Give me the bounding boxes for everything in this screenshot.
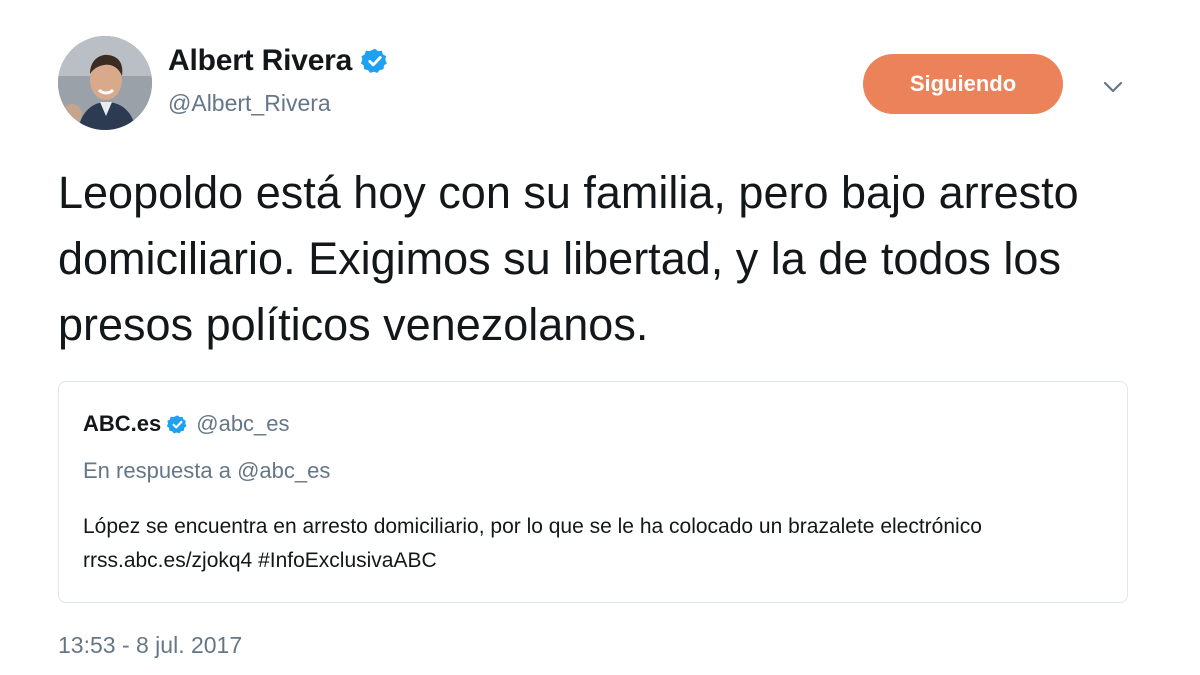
tweet-card: Albert Rivera @Albert_Rivera Siguiendo L… (0, 0, 1200, 675)
following-button[interactable]: Siguiendo (863, 54, 1063, 114)
tweet-timestamp[interactable]: 13:53 - 8 jul. 2017 (58, 632, 242, 659)
verified-badge-icon (167, 414, 188, 435)
author-name-row: Albert Rivera (168, 44, 389, 78)
verified-badge-icon (361, 47, 389, 75)
chevron-down-icon[interactable] (1098, 72, 1128, 102)
quoted-tweet[interactable]: ABC.es @abc_es En respuesta a @abc_es Ló… (58, 381, 1128, 603)
author-handle[interactable]: @Albert_Rivera (168, 90, 331, 117)
author-avatar[interactable] (58, 36, 152, 130)
author-display-name[interactable]: Albert Rivera (168, 44, 352, 78)
quoted-tweet-header: ABC.es @abc_es (83, 411, 290, 437)
quoted-handle: @abc_es (196, 411, 290, 436)
quoted-tweet-text: López se encuentra en arresto domiciliar… (83, 515, 982, 572)
tweet-text: Leopoldo está hoy con su familia, pero b… (58, 167, 1079, 350)
quoted-display-name: ABC.es (83, 411, 162, 436)
reply-to-label: En respuesta a @abc_es (83, 458, 331, 483)
profile-photo-icon (58, 36, 152, 130)
